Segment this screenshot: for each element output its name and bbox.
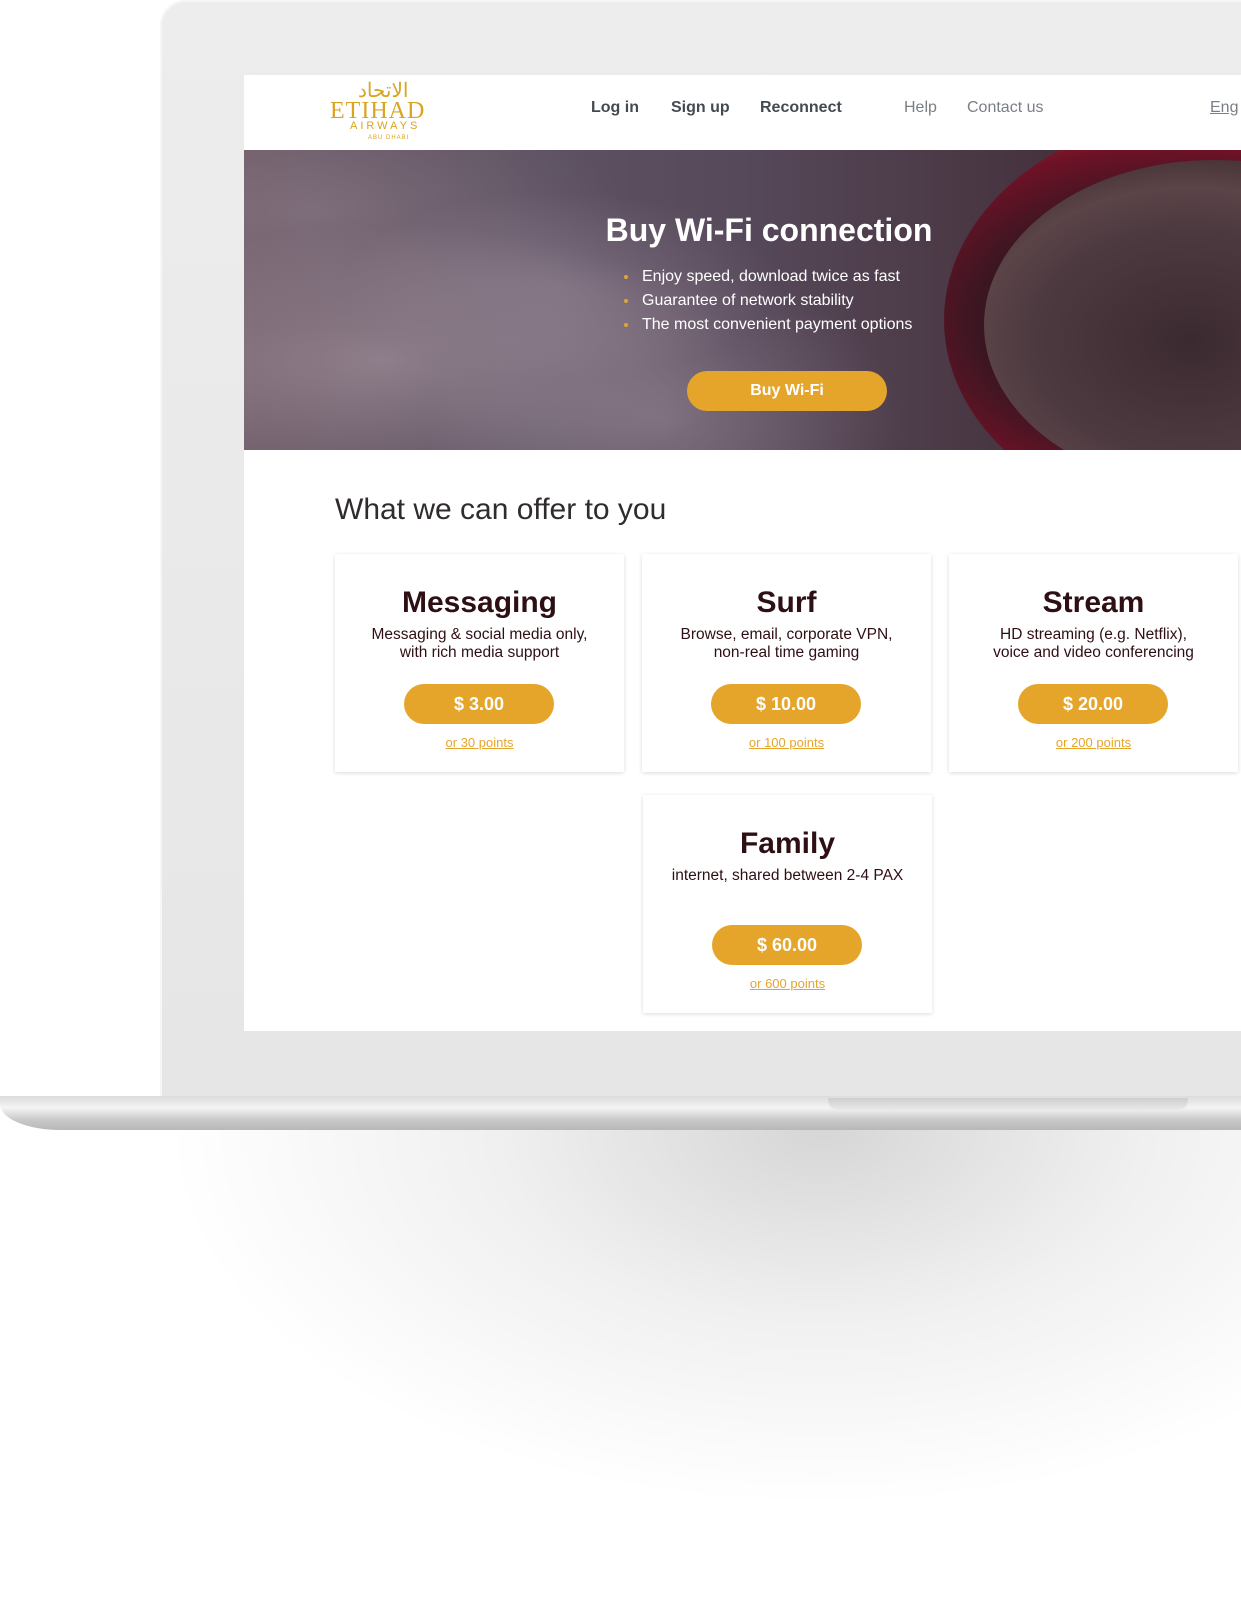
plan-description-line: Messaging & social media only, bbox=[371, 626, 588, 643]
plan-description-line: voice and video conferencing bbox=[993, 644, 1194, 661]
plan-description-line: with rich media support bbox=[399, 644, 560, 661]
nav-signup-link[interactable]: Sign up bbox=[671, 99, 730, 117]
plan-price-button[interactable]: $ 3.00 bbox=[404, 684, 554, 724]
plan-name: Surf bbox=[756, 586, 817, 619]
plan-price-button[interactable]: $ 20.00 bbox=[1018, 684, 1168, 724]
hero-benefits-list: Enjoy speed, download twice as fast Guar… bbox=[622, 265, 912, 337]
plan-card-surf: Surf Browse, email, corporate VPN, non-r… bbox=[642, 554, 931, 772]
plan-description: Browse, email, corporate VPN, non-real t… bbox=[652, 626, 921, 662]
plan-card-family: Family internet, shared between 2-4 PAX … bbox=[643, 795, 932, 1013]
nav-reconnect-link[interactable]: Reconnect bbox=[760, 99, 842, 117]
logo-sub2: ABU DHABI bbox=[368, 135, 410, 141]
plan-description: internet, shared between 2-4 PAX bbox=[653, 867, 922, 885]
plan-description-line: Browse, email, corporate VPN, bbox=[680, 626, 893, 643]
nav-login-link[interactable]: Log in bbox=[591, 99, 639, 117]
plan-price-button[interactable]: $ 10.00 bbox=[711, 684, 861, 724]
hero-title: Buy Wi-Fi connection bbox=[605, 212, 933, 248]
plan-description: HD streaming (e.g. Netflix), voice and v… bbox=[959, 626, 1228, 662]
etihad-logo[interactable]: الاتحاد ETIHAD AIRWAYS ABU DHABI bbox=[330, 78, 440, 144]
language-selector[interactable]: Eng bbox=[1210, 99, 1238, 117]
plan-description-line: HD streaming (e.g. Netflix), bbox=[1000, 626, 1187, 643]
plan-description: Messaging & social media only, with rich… bbox=[345, 626, 614, 662]
nav-contact-link[interactable]: Contact us bbox=[967, 99, 1043, 117]
laptop-shadow bbox=[160, 1130, 1241, 1510]
browser-screen: الاتحاد ETIHAD AIRWAYS ABU DHABI Log in … bbox=[244, 75, 1241, 1031]
plan-name: Messaging bbox=[401, 586, 558, 619]
plan-card-stream: Stream HD streaming (e.g. Netflix), voic… bbox=[949, 554, 1238, 772]
plan-name: Family bbox=[739, 827, 836, 860]
laptop-notch bbox=[828, 1098, 1188, 1110]
buy-wifi-button[interactable]: Buy Wi-Fi bbox=[687, 371, 887, 411]
hero-benefit-item: Guarantee of network stability bbox=[622, 289, 912, 313]
plan-points-link[interactable]: or 200 points bbox=[949, 735, 1238, 750]
plan-name: Stream bbox=[1042, 586, 1145, 619]
plan-points-link[interactable]: or 600 points bbox=[643, 976, 932, 991]
plan-description-line: internet, shared between 2-4 PAX bbox=[671, 867, 904, 884]
hero-benefit-item: Enjoy speed, download twice as fast bbox=[622, 265, 912, 289]
offers-heading: What we can offer to you bbox=[335, 493, 667, 526]
plan-card-messaging: Messaging Messaging & social media only,… bbox=[335, 554, 624, 772]
logo-sub: AIRWAYS bbox=[350, 120, 421, 132]
plan-description-line: non-real time gaming bbox=[713, 644, 860, 661]
plan-price-button[interactable]: $ 60.00 bbox=[712, 925, 862, 965]
plan-points-link[interactable]: or 30 points bbox=[335, 735, 624, 750]
nav-help-link[interactable]: Help bbox=[904, 99, 937, 117]
hero-benefit-item: The most convenient payment options bbox=[622, 313, 912, 337]
top-navigation: الاتحاد ETIHAD AIRWAYS ABU DHABI Log in … bbox=[244, 75, 1241, 150]
plan-points-link[interactable]: or 100 points bbox=[642, 735, 931, 750]
